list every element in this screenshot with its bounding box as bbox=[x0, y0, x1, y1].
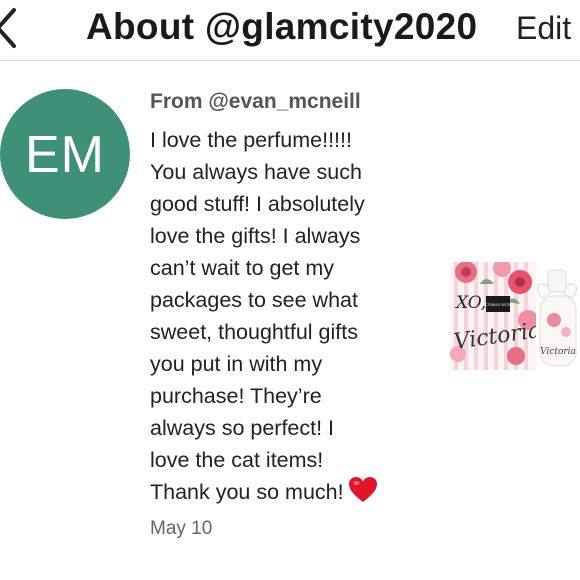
message-line: sweet, thoughtful gifts bbox=[150, 320, 358, 344]
header-bar: About @glamcity2020 Edit bbox=[0, 0, 580, 61]
box-xo-text: XO, bbox=[454, 293, 486, 313]
message-line: always so perfect! I bbox=[150, 416, 335, 440]
message-line-last: Thank you so much! bbox=[150, 476, 430, 508]
review-date: May 10 bbox=[150, 518, 213, 539]
review-author[interactable]: From @evan_mcneill bbox=[150, 88, 361, 116]
chevron-left-icon bbox=[0, 8, 16, 48]
message-line: purchase! They’re bbox=[150, 384, 322, 408]
avatar-initials: EM bbox=[25, 126, 105, 184]
message-line: I love the perfume!!!!! bbox=[150, 128, 352, 152]
message-line: love the gifts! I always bbox=[150, 224, 361, 248]
avatar[interactable]: EM bbox=[0, 89, 130, 219]
review-message: I love the perfume!!!!! You always have … bbox=[150, 124, 430, 508]
page-title: About @glamcity2020 bbox=[86, 6, 478, 47]
review-screen: About @glamcity2020 Edit EM From @evan_m… bbox=[0, 0, 580, 580]
box-brand-text: VICTORIA'S SECRET bbox=[482, 303, 514, 307]
bottle-script-text: Victoria bbox=[540, 347, 576, 357]
message-line: you put in with my bbox=[150, 352, 323, 376]
back-button[interactable] bbox=[0, 4, 22, 52]
message-line: can’t wait to get my bbox=[150, 256, 335, 280]
message-line-text: Thank you so much! bbox=[150, 480, 344, 504]
message-line: good stuff! I absolutely bbox=[150, 192, 365, 216]
message-line: You always have such bbox=[150, 160, 362, 184]
perfume-product-illustration: VICTORIA'S SECRET XO, Victoria Victoria bbox=[450, 262, 580, 370]
message-line: love the cat items! bbox=[150, 448, 324, 472]
product-image[interactable]: VICTORIA'S SECRET XO, Victoria Victoria bbox=[450, 262, 580, 370]
red-heart-icon bbox=[348, 477, 377, 502]
message-line: packages to see what bbox=[150, 288, 358, 312]
edit-button[interactable]: Edit bbox=[516, 8, 571, 48]
